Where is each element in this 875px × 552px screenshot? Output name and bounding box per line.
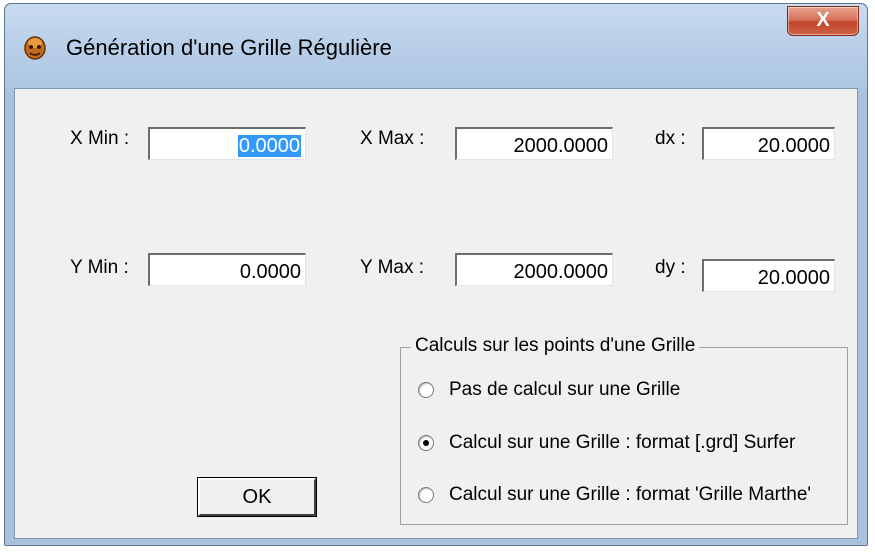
dialog-body: X Min : 0.0000 X Max : 2000.0000 dx : 20… [14,88,858,539]
dx-label: dx : [655,128,686,149]
window-title: Génération d'une Grille Régulière [66,35,392,60]
ok-button[interactable]: OK [198,478,316,516]
radio-button[interactable] [418,487,434,503]
xmax-label: X Max : [360,128,425,149]
ymax-label: Y Max : [360,257,425,278]
dy-input[interactable]: 20.0000 [702,259,835,292]
xmin-input[interactable]: 0.0000 [148,127,306,160]
xmin-value: 0.0000 [237,135,301,157]
ymax-input[interactable]: 2000.0000 [455,253,613,286]
close-button[interactable]: X [787,6,859,36]
radio-label: Calcul sur une Grille : format [.grd] Su… [449,432,796,453]
group-title: Calculs sur les points d'une Grille [411,335,700,357]
radio-button-checked[interactable] [418,435,434,451]
dy-label: dy : [655,257,686,278]
ymin-input[interactable]: 0.0000 [148,253,306,286]
xmin-label: X Min : [70,128,130,149]
dx-input[interactable]: 20.0000 [702,127,835,160]
close-icon: X [816,9,830,31]
grid-calc-group: Calculs sur les points d'une Grille Pas … [400,335,848,525]
radio-button[interactable] [418,382,434,398]
radio-label: Calcul sur une Grille : format 'Grille M… [449,484,812,505]
title-bar[interactable]: Génération d'une Grille Régulière X [5,4,867,88]
radio-dot-icon [423,440,429,446]
xmax-input[interactable]: 2000.0000 [455,127,613,160]
ymin-label: Y Min : [70,257,129,278]
radio-label: Pas de calcul sur une Grille [449,379,681,400]
dialog-window: Génération d'une Grille Régulière X X Mi… [4,3,868,546]
app-icon [24,36,46,60]
